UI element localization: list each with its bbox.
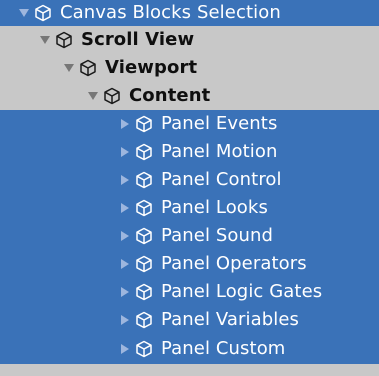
triangle-down-icon[interactable]	[17, 6, 31, 20]
triangle-down-icon[interactable]	[62, 61, 76, 75]
cube-icon	[134, 170, 154, 190]
cube-icon	[134, 282, 154, 302]
tree-item-viewport[interactable]: Viewport	[0, 54, 379, 82]
triangle-down-icon[interactable]	[86, 89, 100, 103]
cube-icon	[54, 30, 74, 50]
triangle-right-icon[interactable]	[118, 257, 132, 271]
cube-icon	[134, 142, 154, 162]
tree-item-label: Panel Events	[161, 113, 278, 134]
tree-item-label: Panel Custom	[161, 338, 286, 359]
triangle-right-icon[interactable]	[118, 117, 132, 131]
cube-icon	[134, 114, 154, 134]
tree-item-panel-custom[interactable]: Panel Custom	[0, 334, 379, 364]
tree-item-panel-motion[interactable]: Panel Motion	[0, 138, 379, 166]
tree-item-label: Panel Variables	[161, 309, 300, 330]
tree-item-label: Panel Control	[161, 169, 282, 190]
tree-item-panel-sound[interactable]: Panel Sound	[0, 222, 379, 250]
cube-icon	[134, 339, 154, 359]
tree-item-label: Panel Sound	[161, 225, 274, 246]
tree-item-label: Panel Logic Gates	[161, 281, 323, 302]
triangle-down-icon[interactable]	[38, 33, 52, 47]
tree-item-label: Panel Motion	[161, 141, 278, 162]
triangle-right-icon[interactable]	[118, 342, 132, 356]
tree-item-panel-operators[interactable]: Panel Operators	[0, 250, 379, 278]
tree-item-panel-logic-gates[interactable]: Panel Logic Gates	[0, 278, 379, 306]
tree-item-label: Viewport	[105, 57, 198, 78]
triangle-right-icon[interactable]	[118, 173, 132, 187]
triangle-right-icon[interactable]	[118, 313, 132, 327]
triangle-right-icon[interactable]	[118, 229, 132, 243]
tree-item-label: Content	[129, 85, 211, 106]
tree-item-scroll-view[interactable]: Scroll View	[0, 26, 379, 54]
tree-item-label: Panel Operators	[161, 253, 307, 274]
tree-item-panel-looks[interactable]: Panel Looks	[0, 194, 379, 222]
cube-icon	[33, 3, 53, 23]
hierarchy-tree: Canvas Blocks Selection Scroll View View…	[0, 0, 379, 376]
tree-item-label: Scroll View	[81, 29, 195, 50]
tree-item-content[interactable]: Content	[0, 82, 379, 110]
triangle-right-icon[interactable]	[118, 285, 132, 299]
cube-icon	[134, 198, 154, 218]
tree-item-panel-variables[interactable]: Panel Variables	[0, 306, 379, 334]
tree-item-label: Canvas Blocks Selection	[60, 2, 281, 23]
triangle-right-icon[interactable]	[118, 201, 132, 215]
cube-icon	[134, 310, 154, 330]
cube-icon	[102, 86, 122, 106]
cube-icon	[134, 226, 154, 246]
cube-icon	[134, 254, 154, 274]
tree-item-label: Panel Looks	[161, 197, 268, 218]
tree-item-panel-events[interactable]: Panel Events	[0, 110, 379, 138]
tree-item-panel-control[interactable]: Panel Control	[0, 166, 379, 194]
cube-icon	[78, 58, 98, 78]
tree-item-canvas-blocks-selection[interactable]: Canvas Blocks Selection	[0, 0, 379, 26]
triangle-right-icon[interactable]	[118, 145, 132, 159]
